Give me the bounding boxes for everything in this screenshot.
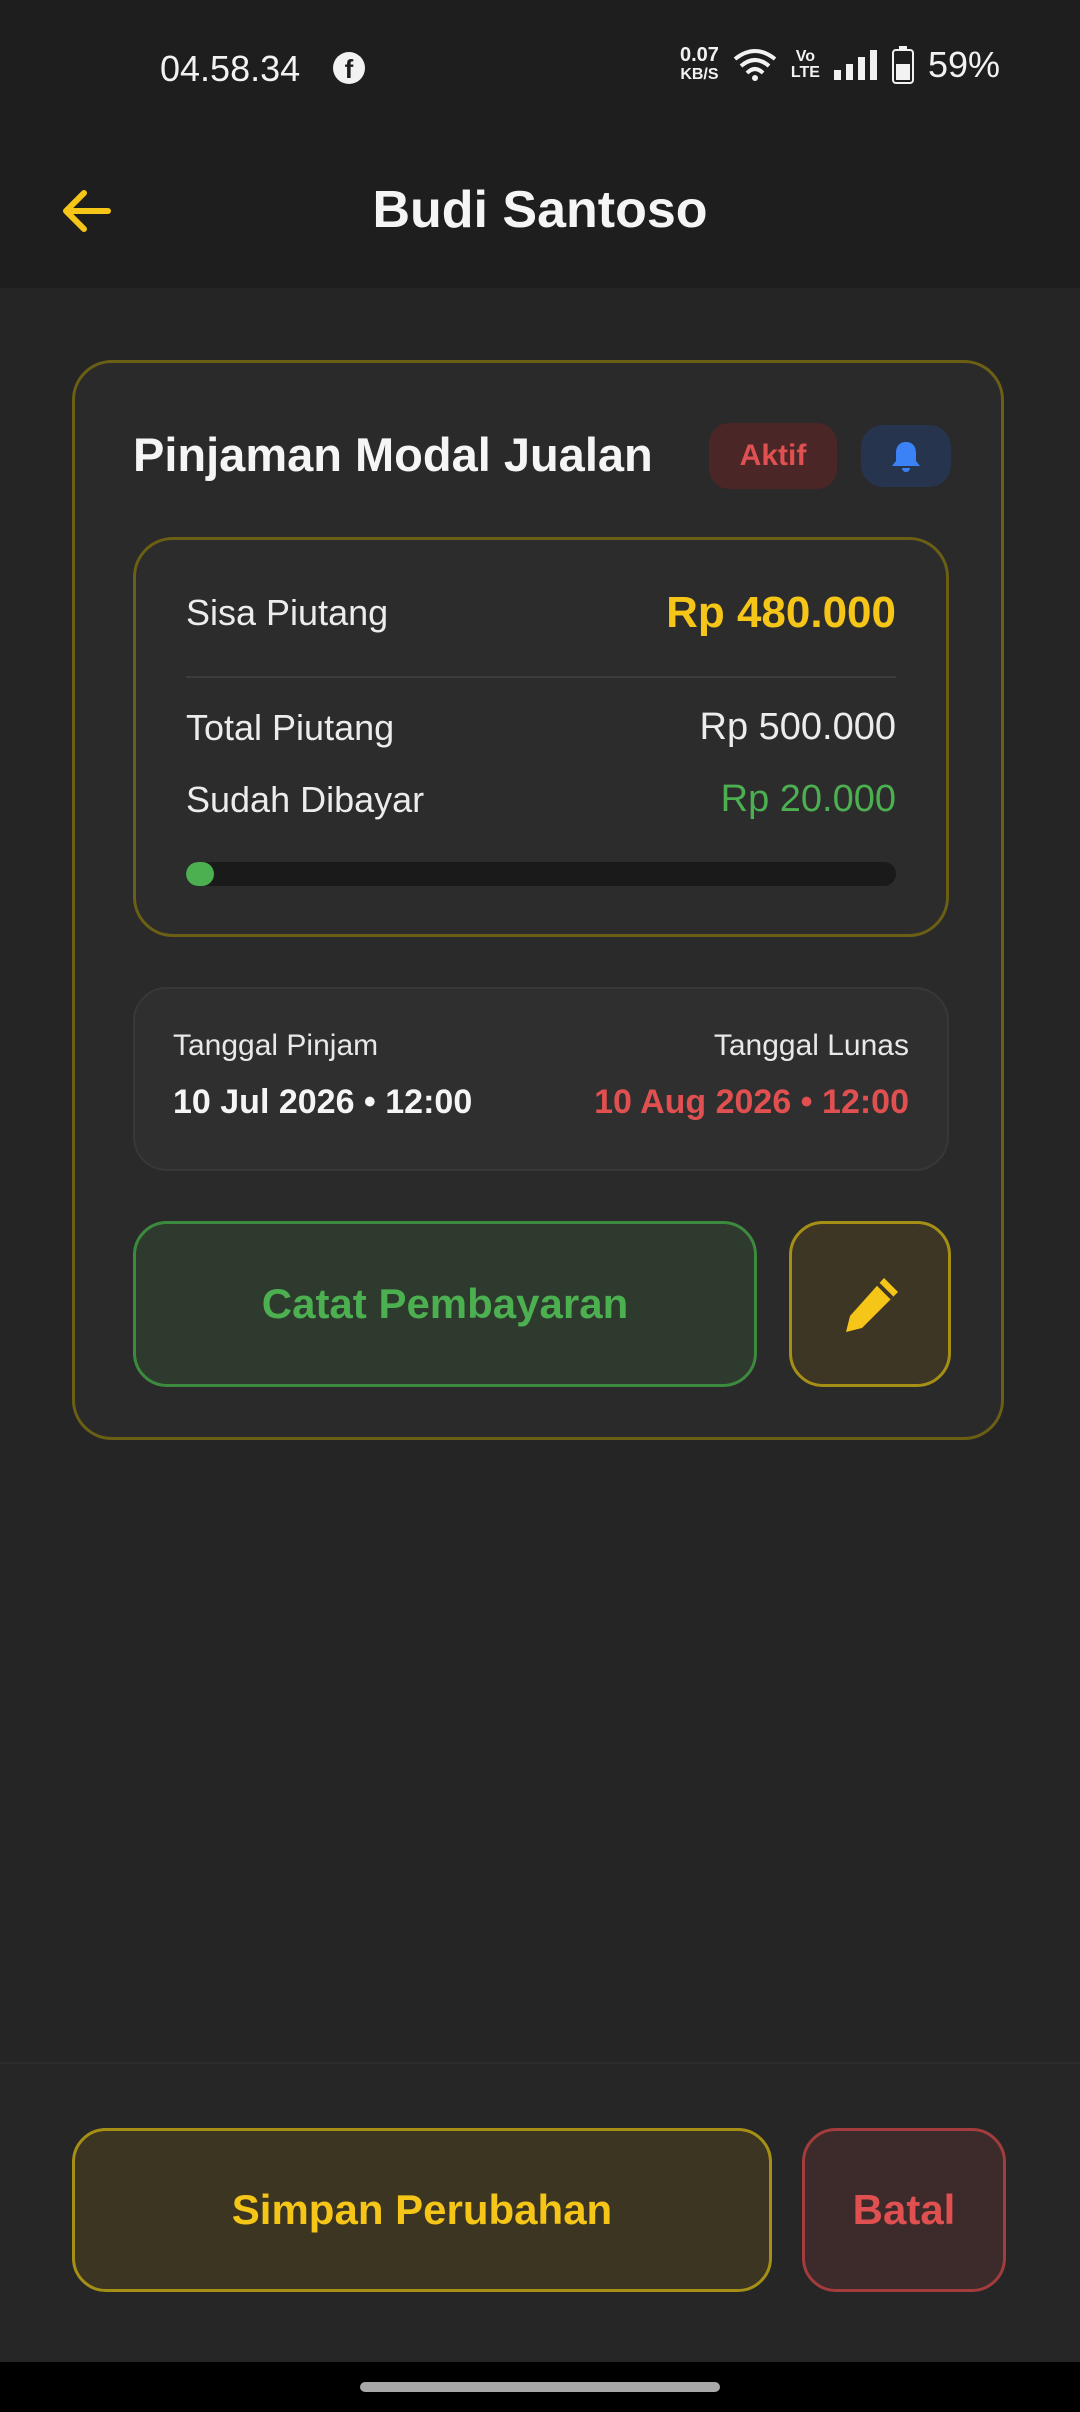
wifi-icon xyxy=(733,49,777,81)
total-label: Total Piutang xyxy=(186,706,395,748)
debt-summary: Sisa Piutang Rp 480.000 Total Piutang Rp… xyxy=(133,537,949,937)
battery-percent: 59% xyxy=(927,44,1000,85)
payment-progress-fill xyxy=(186,862,215,886)
battery-icon xyxy=(891,46,914,84)
home-gesture-handle[interactable] xyxy=(360,2382,720,2392)
total-value: Rp 500.000 xyxy=(699,706,897,748)
network-speed-unit: KB/S xyxy=(680,66,719,83)
bottom-action-bar: Simpan Perubahan Batal xyxy=(0,2062,1080,2364)
volte-bottom: LTE xyxy=(790,64,820,81)
remaining-value: Rp 480.000 xyxy=(666,588,896,637)
save-changes-button[interactable]: Simpan Perubahan xyxy=(72,2128,772,2292)
divider xyxy=(186,676,896,678)
paid-value: Rp 20.000 xyxy=(720,778,896,820)
status-time: 04.58.34 xyxy=(160,48,301,89)
remaining-label: Sisa Piutang xyxy=(186,592,389,633)
total-row: Total Piutang Rp 500.000 xyxy=(186,706,896,749)
due-date-label: Tanggal Lunas xyxy=(713,1029,909,1062)
paid-label: Sudah Dibayar xyxy=(186,778,425,820)
loan-title: Pinjaman Modal Jualan xyxy=(133,428,653,481)
due-date-value: 10 Aug 2026 • 12:00 xyxy=(594,1083,909,1121)
cancel-button[interactable]: Batal xyxy=(802,2128,1006,2292)
system-nav-bar xyxy=(0,2362,1080,2412)
page-title: Budi Santoso xyxy=(372,181,708,239)
loan-date-value: 10 Jul 2026 • 12:00 xyxy=(173,1083,473,1121)
remaining-row: Sisa Piutang Rp 480.000 xyxy=(186,588,896,638)
volte-indicator: Vo LTE xyxy=(791,49,820,81)
app-bar: Budi Santoso xyxy=(0,140,1080,288)
volte-top: Vo xyxy=(795,48,816,65)
reminder-button[interactable] xyxy=(861,425,951,487)
loan-card: Pinjaman Modal Jualan Aktif Sisa Piutang… xyxy=(72,360,1004,1440)
bell-icon xyxy=(892,442,920,472)
signal-icon xyxy=(833,50,877,80)
status-bar: 04.58.34 f 0.07 KB/S Vo LTE 59% xyxy=(0,0,1080,140)
paid-row: Sudah Dibayar Rp 20.000 xyxy=(186,778,896,821)
edit-button[interactable] xyxy=(789,1221,951,1387)
network-speed-value: 0.07 xyxy=(679,44,719,66)
status-badge: Aktif xyxy=(709,423,837,489)
record-payment-button[interactable]: Catat Pembayaran xyxy=(133,1221,757,1387)
loan-date-label: Tanggal Pinjam xyxy=(173,1029,379,1062)
payment-progress-bar xyxy=(186,862,896,886)
dates-panel: Tanggal Pinjam Tanggal Lunas 10 Jul 2026… xyxy=(133,987,949,1171)
network-speed: 0.07 KB/S xyxy=(680,45,719,85)
status-right: 0.07 KB/S Vo LTE 59% xyxy=(680,44,1000,86)
facebook-icon: f xyxy=(333,52,365,84)
pencil-icon xyxy=(846,1278,898,1332)
